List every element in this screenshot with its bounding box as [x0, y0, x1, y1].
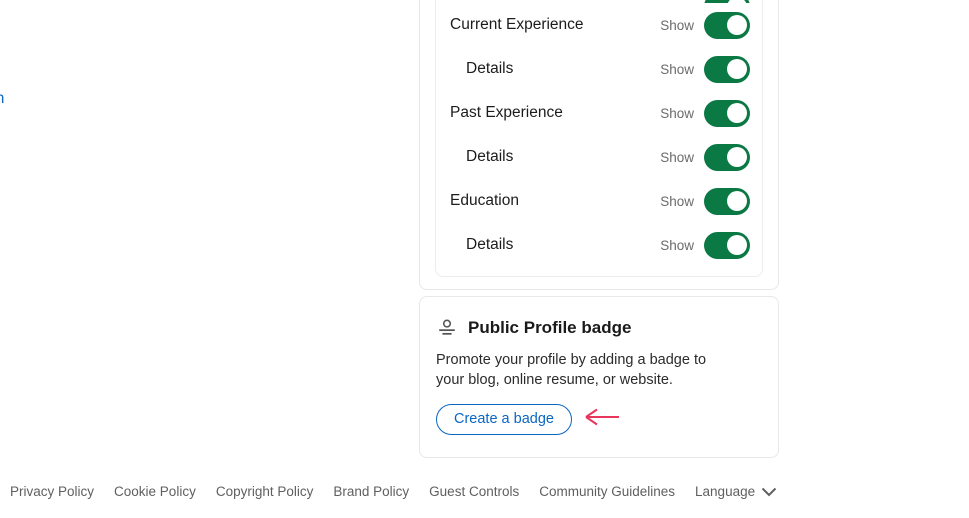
- visibility-toggle[interactable]: [704, 99, 750, 127]
- visibility-toggle[interactable]: [704, 11, 750, 39]
- footer-link[interactable]: Copyright Policy: [216, 484, 314, 499]
- footer-link[interactable]: Cookie Policy: [114, 484, 196, 499]
- create-a-badge-button[interactable]: Create a badge: [436, 404, 572, 435]
- visibility-row: Education Show: [436, 179, 762, 223]
- footer-link[interactable]: Community Guidelines: [539, 484, 675, 499]
- visibility-row-state: Show: [660, 105, 694, 121]
- visibility-toggle[interactable]: [704, 55, 750, 83]
- visibility-row-state: Show: [660, 17, 694, 33]
- toggle-knob: [727, 235, 747, 255]
- toggle-knob: [727, 0, 747, 3]
- visibility-row-state: Show: [660, 237, 694, 253]
- visibility-row-state: Show: [660, 193, 694, 209]
- visibility-row: Details Show: [436, 223, 762, 267]
- public-profile-badge-card: Public Profile badge Promote your profil…: [419, 296, 779, 458]
- visibility-row-label: Details: [466, 236, 514, 253]
- visibility-toggle[interactable]: [704, 231, 750, 259]
- toggle-knob: [727, 103, 747, 123]
- profile-visibility-card: Current Experience Show Details Show Past Ex…: [419, 0, 779, 290]
- footer-link[interactable]: Guest Controls: [429, 484, 519, 499]
- visibility-row: Past Experience Show: [436, 91, 762, 135]
- visibility-row-state: Show: [660, 149, 694, 165]
- footer-links: Privacy Policy Cookie Policy Copyright Pol…: [10, 484, 777, 499]
- badge-cta-row: Create a badge: [436, 404, 762, 435]
- pointer-arrow-icon: [582, 407, 620, 432]
- visibility-row-label: Past Experience: [450, 104, 563, 121]
- footer-language-selector[interactable]: Language: [695, 484, 777, 499]
- visibility-row: Details Show: [436, 47, 762, 91]
- footer-link[interactable]: Privacy Policy: [10, 484, 94, 499]
- visibility-row-state: Show: [660, 61, 694, 77]
- settings-column: Current Experience Show Details Show Past Ex…: [419, 0, 779, 458]
- footer-language-label: Language: [695, 484, 756, 499]
- footer-link[interactable]: Brand Policy: [333, 484, 409, 499]
- visibility-row: Details Show: [436, 135, 762, 179]
- badge-card-header: Public Profile badge: [436, 317, 762, 339]
- badge-card-description: Promote your profile by adding a badge t…: [436, 352, 707, 388]
- visibility-row-label: Details: [466, 148, 514, 165]
- visibility-toggle[interactable]: [704, 0, 750, 3]
- visibility-row: Current Experience Show: [436, 3, 762, 47]
- visibility-toggle[interactable]: [704, 187, 750, 215]
- visibility-card-padding: Current Experience Show Details Show Past Ex…: [420, 0, 778, 289]
- left-edge-text-fragment: in: [0, 90, 4, 108]
- visibility-rows-list: Current Experience Show Details Show Past Ex…: [435, 0, 763, 277]
- toggle-knob: [727, 147, 747, 167]
- visibility-row-label: Education: [450, 192, 519, 209]
- visibility-row-label: Current Experience: [450, 16, 584, 33]
- visibility-toggle[interactable]: [704, 143, 750, 171]
- toggle-knob: [727, 59, 747, 79]
- toggle-knob: [727, 191, 747, 211]
- chevron-down-icon: [761, 487, 777, 497]
- public-profile-badge-icon: [436, 317, 458, 339]
- toggle-knob: [727, 15, 747, 35]
- visibility-row-label: Details: [466, 60, 514, 77]
- badge-card-title: Public Profile badge: [468, 318, 632, 337]
